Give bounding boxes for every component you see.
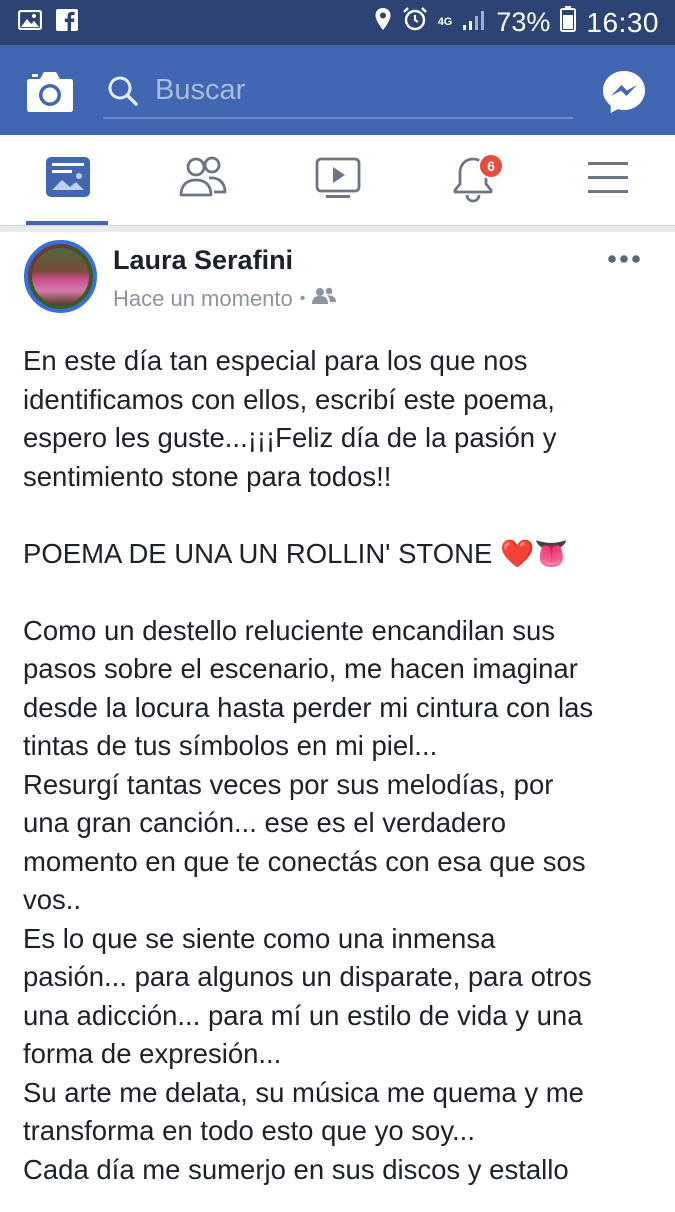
tab-bar: 6 [0, 135, 675, 226]
post-line: transforma en todo esto que yo soy... [23, 1115, 475, 1146]
post-body: En este día tan especial para los que no… [23, 342, 653, 1189]
post-line: POEMA DE UNA UN ROLLIN' STONE ❤️👅 [23, 537, 569, 569]
active-tab-indicator [26, 221, 108, 225]
post-line: tintas de tus símbolos en mi piel... [23, 730, 438, 761]
post-line: vos.. [23, 884, 82, 915]
alarm-icon [402, 6, 428, 39]
search-placeholder: Buscar [155, 74, 246, 106]
network-type: 4G [437, 16, 453, 28]
post-line [23, 573, 653, 612]
status-right: 4G 73% 16:30 [374, 6, 659, 39]
battery-icon [560, 6, 577, 39]
top-search-bar: Buscar [0, 45, 675, 135]
messenger-icon[interactable] [601, 69, 647, 115]
post-line: En este día tan especial para los que no… [23, 345, 528, 376]
post-line: Es lo que se siente como una inmensa [23, 922, 496, 954]
news-feed-icon[interactable] [40, 153, 96, 209]
friends-icon[interactable] [175, 153, 231, 209]
status-left [17, 9, 78, 36]
post-line: desde la locura hasta perder mi cintura … [23, 691, 594, 723]
image-icon [17, 9, 43, 35]
notifications-badge: 6 [478, 153, 504, 179]
post-line: una gran canción... ese es el verdadero [23, 807, 507, 838]
post-options-icon[interactable] [607, 252, 641, 264]
clock: 16:30 [586, 6, 659, 38]
post-author[interactable]: Laura Serafini [113, 245, 293, 276]
post-line: Como un destello reluciente encandilan s… [23, 614, 555, 646]
status-bar: 4G 73% 16:30 [0, 0, 675, 45]
search-icon [107, 75, 139, 107]
facebook-icon [56, 9, 78, 36]
meta-separator: • [299, 290, 306, 307]
post-line: pasos sobre el escenario, me hacen imagi… [23, 653, 578, 684]
post-line: Resurgí tantas veces por sus melodías, p… [23, 768, 554, 800]
post-line: forma de expresión... [23, 1038, 282, 1069]
signal-icon [462, 7, 486, 38]
watch-icon[interactable] [310, 153, 366, 209]
friends-audience-icon [312, 286, 337, 312]
post-line: identificamos con ellos, escribí este po… [23, 383, 555, 415]
location-icon [374, 7, 392, 38]
avatar[interactable] [24, 240, 97, 313]
camera-icon[interactable] [26, 69, 74, 113]
post-time[interactable]: Hace un momento [113, 286, 293, 312]
post-line: pasión... para algunos un disparate, par… [23, 961, 592, 992]
post-line: Su arte me delata, su música me quema y … [23, 1076, 584, 1108]
post-line: sentimiento stone para todos!! [23, 460, 392, 492]
search-input[interactable]: Buscar [103, 69, 573, 119]
post-card: Laura Serafini Hace un momento • En este… [0, 232, 675, 1212]
avatar-image [32, 248, 89, 305]
post-line: momento en que te conectás con esa que s… [23, 845, 586, 877]
post-line [23, 496, 653, 535]
post-meta: Hace un momento • [113, 286, 337, 312]
menu-icon[interactable] [580, 153, 636, 209]
post-line: espero les guste...¡¡¡Feliz día de la pa… [23, 422, 557, 453]
battery-percent: 73% [496, 7, 551, 37]
post-line: Cada día me sumerjo en sus discos y esta… [23, 1153, 569, 1185]
post-line: una adicción... para mí un estilo de vid… [23, 999, 583, 1031]
